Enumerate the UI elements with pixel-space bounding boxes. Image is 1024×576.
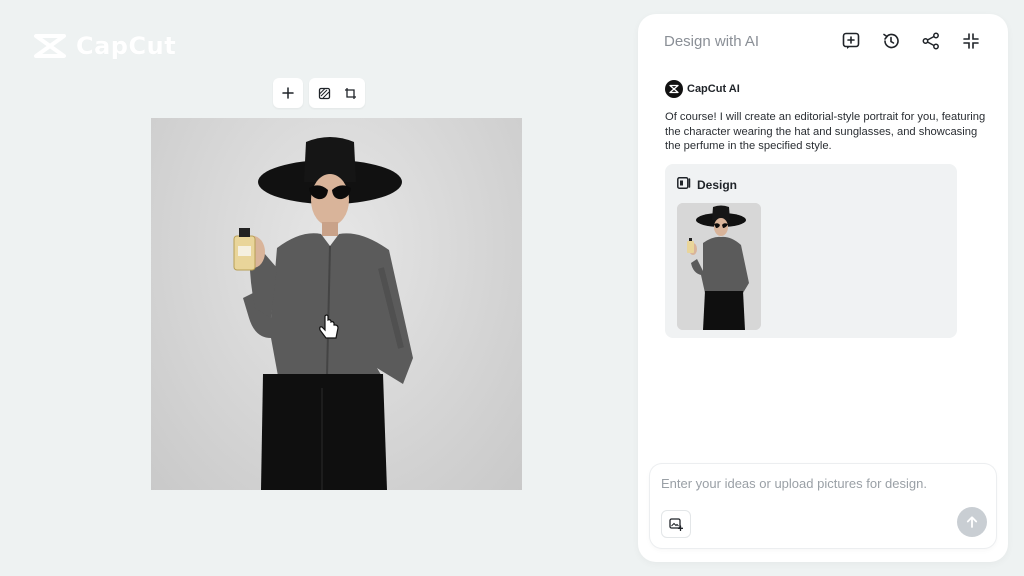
prompt-input[interactable]: Enter your ideas or upload pictures for … [661,476,927,491]
crop-button[interactable] [342,85,358,101]
ai-sender: CapCut AI [665,80,740,98]
panel-title: Design with AI [664,32,760,50]
ai-sender-name: CapCut AI [687,83,740,95]
design-card-header: Design [677,176,945,194]
panel-header: Design with AI [638,14,1008,68]
design-result-card[interactable]: Design [665,164,957,338]
design-icon [677,176,691,194]
canvas-image[interactable] [151,118,522,490]
prompt-input-box[interactable]: Enter your ideas or upload pictures for … [650,464,996,548]
crop-icon [344,87,356,99]
history-button[interactable] [880,30,902,52]
design-thumbnail[interactable] [677,203,761,330]
new-chat-icon [842,32,860,49]
design-ai-panel: Design with AI CapCut AI Of course! I wi… [638,14,1008,562]
upload-image-button[interactable] [661,510,691,538]
ai-message: Of course! I will create an editorial-st… [665,111,986,152]
app-logo: CapCut [32,32,176,60]
plus-icon [280,85,296,101]
capcut-ai-avatar-icon [665,80,683,98]
new-chat-button[interactable] [840,30,862,52]
minimize-icon [963,33,979,49]
arrow-up-icon [966,516,978,528]
logo-text: CapCut [76,32,177,60]
share-button[interactable] [920,30,942,52]
capcut-logo-icon [32,32,68,60]
image-edit-icon [318,87,330,99]
history-icon [883,33,899,49]
share-icon [922,32,939,50]
upload-image-icon [669,517,683,531]
send-button[interactable] [957,507,987,537]
add-button[interactable] [273,78,303,108]
minimize-button[interactable] [960,30,982,52]
image-tools-group [309,78,365,108]
header-actions [840,30,982,52]
image-edit-button[interactable] [316,85,332,101]
canvas-toolbar [273,78,365,108]
design-card-label: Design [697,178,738,192]
